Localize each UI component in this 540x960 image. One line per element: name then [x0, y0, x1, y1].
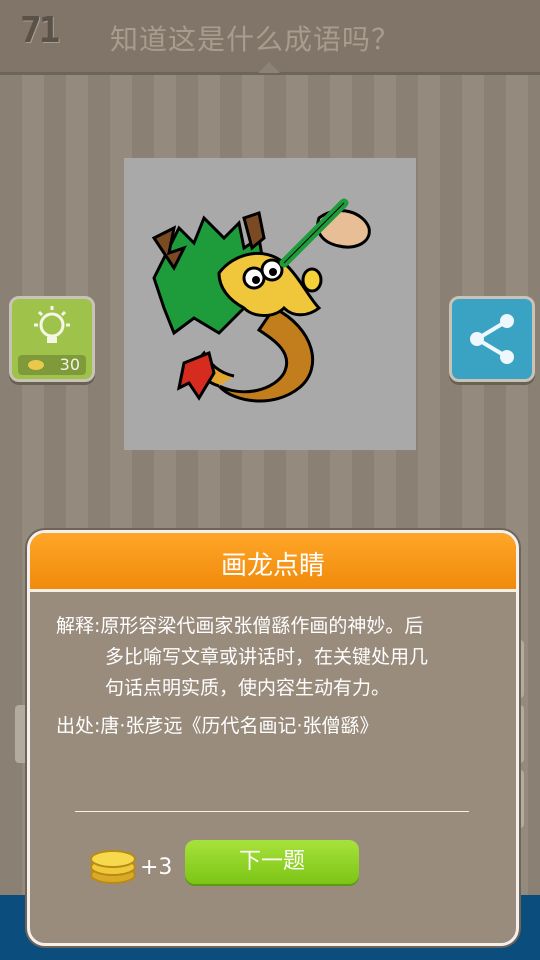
explanation: 解释:原形容梁代画家张僧繇作画的神妙。后 多比喻写文章或讲话时，在关键处用几 句… [56, 611, 496, 704]
idiom-title: 画龙点睛 [220, 551, 325, 581]
divider [75, 811, 469, 812]
explanation-label: 解释: [56, 615, 101, 637]
header-notch [258, 62, 280, 73]
coin-icon [28, 360, 44, 370]
share-button[interactable] [449, 296, 535, 382]
explanation-line: 原形容梁代画家张僧繇作画的神妙。后 [100, 615, 424, 637]
answer-dialog: 画龙点睛 解释:原形容梁代画家张僧繇作画的神妙。后 多比喻写文章或讲话时，在关键… [27, 530, 519, 946]
reward-amount: +3 [140, 855, 173, 880]
dialog-header: 画龙点睛 [30, 533, 516, 592]
hint-cost: 30 [18, 355, 86, 375]
next-question-button[interactable]: 下一题 [185, 840, 359, 884]
question-text: 知道这是什么成语吗？ [110, 23, 401, 56]
hint-cost-value: 30 [59, 355, 80, 374]
explanation-line: 多比喻写文章或讲话时，在关键处用几 [105, 646, 429, 668]
coins-icon [90, 850, 136, 884]
dragon-illustration [151, 198, 371, 403]
hint-button[interactable]: 30 [9, 296, 95, 382]
explanation-line: 句话点明实质，使内容生动有力。 [105, 677, 391, 699]
lightbulb-icon [34, 306, 70, 343]
share-icon [470, 314, 514, 364]
puzzle-image [124, 158, 416, 450]
source-text: 出处:唐·张彦远《历代名画记·张僧繇》 [56, 715, 379, 737]
level-number: 71 [20, 10, 60, 51]
